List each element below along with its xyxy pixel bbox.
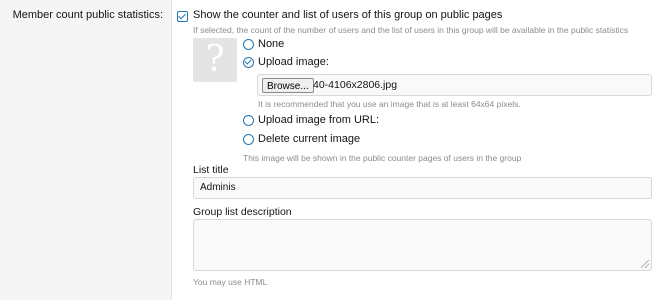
- image-size-hint: It is recommended that you use an image …: [258, 99, 521, 109]
- image-placeholder-thumbnail: ?: [193, 38, 237, 82]
- image-url-radio[interactable]: [243, 115, 254, 126]
- list-title-input[interactable]: Adminis: [193, 177, 652, 199]
- group-list-description-label: Group list description: [193, 206, 292, 218]
- question-mark-icon: ?: [205, 39, 225, 80]
- image-upload-radio[interactable]: [243, 57, 254, 68]
- image-none-radio[interactable]: [243, 39, 254, 50]
- list-title-label: List title: [193, 164, 229, 176]
- browse-button[interactable]: Browse...: [262, 78, 314, 93]
- member-count-public-statistics-label: Member count public statistics:: [12, 9, 163, 21]
- image-delete-label[interactable]: Delete current image: [258, 133, 360, 145]
- label-column: Member count public statistics:: [0, 0, 172, 300]
- public-statistics-label[interactable]: Show the counter and list of users of th…: [193, 9, 502, 21]
- image-none-label[interactable]: None: [258, 38, 284, 50]
- resize-handle-icon[interactable]: [641, 260, 649, 268]
- image-url-label[interactable]: Upload image from URL:: [258, 114, 379, 126]
- group-list-description-textarea[interactable]: [193, 219, 652, 271]
- public-statistics-checkbox[interactable]: [177, 11, 188, 22]
- image-upload-label[interactable]: Upload image:: [258, 56, 329, 68]
- public-statistics-hint: If selected, the count of the number of …: [193, 25, 629, 35]
- image-delete-radio[interactable]: [243, 134, 254, 145]
- image-usage-hint: This image will be shown in the public c…: [243, 153, 522, 163]
- html-allowed-hint: You may use HTML: [193, 277, 268, 287]
- selected-file-name: 40-4106x2806.jpg: [313, 79, 398, 91]
